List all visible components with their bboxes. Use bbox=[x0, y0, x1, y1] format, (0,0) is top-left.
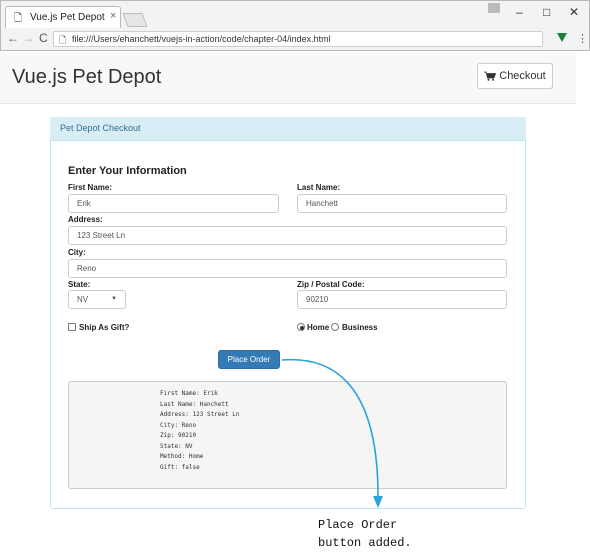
callout-arrow bbox=[281, 358, 383, 508]
annotation-line-1: Place Order bbox=[318, 518, 398, 532]
annotation-line-2: button added. bbox=[318, 536, 412, 550]
